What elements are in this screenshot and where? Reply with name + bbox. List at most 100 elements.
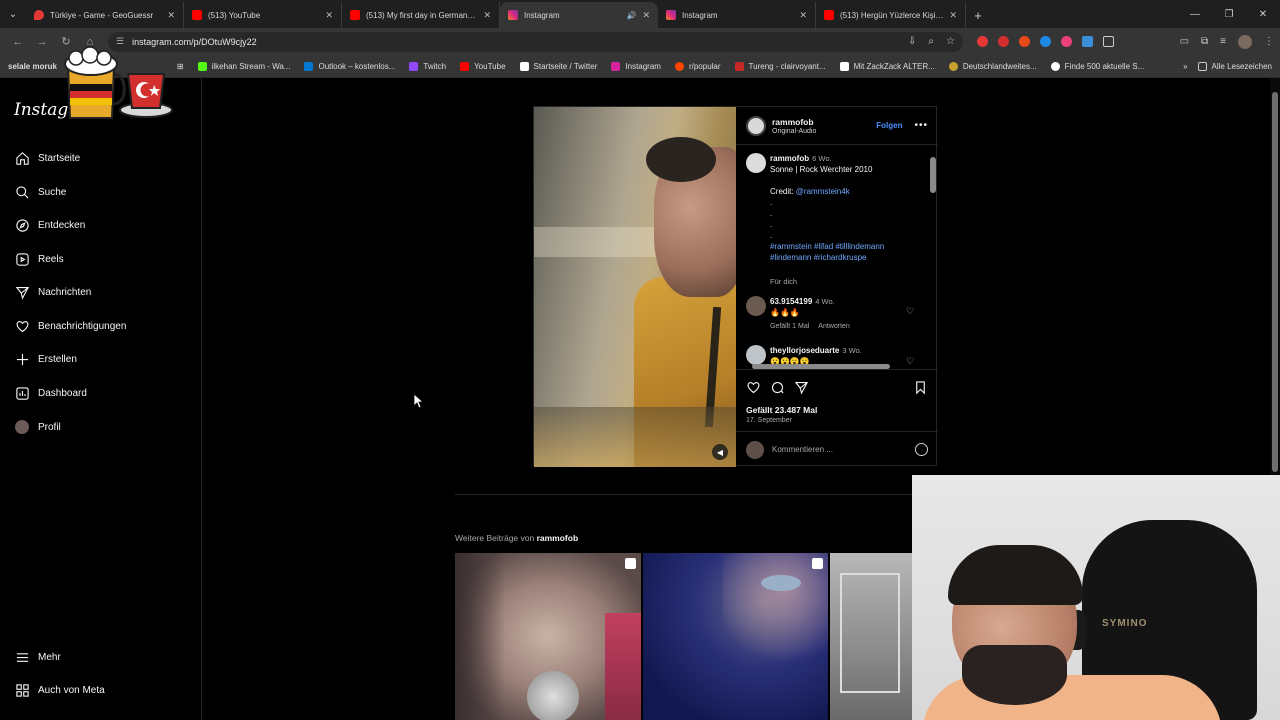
author-avatar[interactable] (746, 153, 766, 173)
like-comment-icon[interactable]: ♡ (906, 306, 914, 317)
close-tab-icon[interactable]: ✕ (642, 10, 650, 21)
bookmark-star-icon[interactable]: ☆ (946, 36, 955, 47)
commenter-avatar[interactable] (746, 345, 766, 365)
hashtags-link[interactable]: #rammstein #lifad #tilllindemann (770, 241, 920, 252)
reply-button[interactable]: Antworten (818, 323, 850, 330)
tab-instagram[interactable]: Instagram ✕ (658, 2, 816, 28)
sidebar-item-suche[interactable]: Suche (14, 182, 66, 202)
sidebar-item-benachrichtigungen[interactable]: Benachrichtigungen (14, 316, 126, 336)
close-tab-icon[interactable]: ✕ (799, 10, 807, 21)
bookmark-twitter[interactable]: Startseite / Twitter (519, 61, 597, 71)
bookmark-kick[interactable]: ilkehan Stream - Wa... (197, 61, 290, 71)
sidebar-item-reels[interactable]: Reels (14, 249, 64, 269)
bookmark-finde[interactable]: Finde 500 aktuelle S... (1050, 61, 1144, 71)
all-bookmarks-button[interactable]: Alle Lesezeichen (1197, 61, 1272, 71)
comment-likes[interactable]: Gefällt 1 Mal (770, 323, 809, 330)
address-bar[interactable]: ☰ instagram.com/p/DOtuW9cjy22 ⇩ ⌕ ☆ (108, 31, 963, 52)
bookmark-zackzack[interactable]: Mit ZackZack ALTER... (839, 61, 935, 71)
install-app-icon[interactable]: ⇩ (908, 36, 916, 47)
close-tab-icon[interactable]: ✕ (325, 10, 333, 21)
extension-icon[interactable] (998, 36, 1009, 47)
hashtags-link[interactable]: #lindemann #richardkruspe (770, 252, 920, 263)
bookmark-reddit[interactable]: r/popular (674, 61, 721, 71)
tab-search-button[interactable]: ⌄ (0, 0, 26, 28)
chrome-menu-icon[interactable]: ⋮ (1264, 36, 1274, 47)
more-posts-username[interactable]: rammofob (537, 533, 579, 543)
media-control-icon[interactable]: ≡ (1220, 36, 1226, 47)
more-post-thumbnail[interactable] (455, 553, 641, 720)
like-heart-icon[interactable] (746, 380, 761, 400)
apps-grid-icon[interactable]: ⊞ (177, 62, 184, 71)
reels-icon (14, 251, 30, 267)
extension-icon[interactable] (1040, 36, 1051, 47)
bookmark-folder[interactable]: selale moruk (8, 62, 57, 71)
extensions-puzzle-icon[interactable] (1103, 36, 1114, 47)
tab-youtube-hergun[interactable]: (513) Hergün Yüzlerce Kişi Bu T ✕ (816, 2, 966, 28)
sidebar-panel-icon[interactable]: ▭ (1180, 36, 1189, 47)
more-options-icon[interactable]: ••• (914, 120, 928, 131)
comment-input[interactable]: Kommentieren ... (772, 445, 915, 454)
browser-profile-avatar[interactable] (1238, 34, 1252, 49)
volume-icon[interactable]: ◀ (712, 444, 728, 460)
bookmark-deutschland[interactable]: Deutschlandweites... (948, 61, 1037, 71)
bookmark-tureng[interactable]: Tureng - clairvoyant... (734, 61, 826, 71)
bookmark-instagram[interactable]: Instagram (611, 61, 661, 71)
extension-icon[interactable] (1082, 36, 1093, 47)
extension-icon[interactable] (1019, 36, 1030, 47)
forward-icon[interactable]: → (30, 36, 54, 48)
likes-count[interactable]: Gefällt 23.487 Mal (746, 405, 928, 415)
mention-link[interactable]: @rammstein4k (796, 187, 850, 196)
extension-icon[interactable] (1061, 36, 1072, 47)
for-you-link[interactable]: Für dich (770, 277, 797, 286)
bookmark-youtube[interactable]: YouTube (460, 61, 506, 71)
share-icon[interactable]: ⧉ (1201, 36, 1208, 47)
sidebar-item-nachrichten[interactable]: Nachrichten (14, 282, 91, 302)
comment-bubble-icon[interactable] (770, 380, 785, 400)
extension-icon[interactable] (977, 36, 988, 47)
tab-instagram-active[interactable]: Instagram 🔊 ✕ (500, 2, 658, 28)
more-post-thumbnail[interactable] (643, 553, 828, 720)
author-avatar[interactable] (746, 115, 766, 136)
tab-title: (513) Hergün Yüzlerce Kişi Bu T (840, 10, 944, 20)
close-tab-icon[interactable]: ✕ (949, 10, 957, 21)
author-username[interactable]: rammofob (772, 117, 876, 127)
tab-geoguessr[interactable]: Türkiye - Game - GeoGuessr ✕ (26, 2, 184, 28)
comments-scrollbar[interactable] (930, 147, 936, 361)
back-icon[interactable]: ← (6, 36, 30, 48)
close-tab-icon[interactable]: ✕ (483, 10, 491, 21)
follow-button[interactable]: Folgen (876, 121, 902, 130)
sidebar-item-profil[interactable]: Profil (14, 417, 61, 437)
sidebar-item-mehr[interactable]: Mehr (14, 647, 61, 667)
zoom-icon[interactable]: ⌕ (928, 36, 934, 47)
minimize-icon[interactable]: — (1178, 9, 1212, 20)
tab-youtube-video[interactable]: (513) My first day in Germany a ✕ (342, 2, 500, 28)
heart-icon (14, 318, 30, 334)
sidebar-item-erstellen[interactable]: Erstellen (14, 349, 77, 369)
sidebar-item-entdecken[interactable]: Entdecken (14, 215, 85, 235)
caption-dot: . (770, 220, 773, 229)
bookmark-outlook[interactable]: Outlook – kostenlos... (304, 61, 395, 71)
emoji-icon[interactable] (915, 443, 928, 456)
more-post-thumbnail[interactable] (830, 553, 912, 720)
sidebar-item-startseite[interactable]: Startseite (14, 148, 80, 168)
close-tab-icon[interactable]: ✕ (167, 10, 175, 21)
comment-username[interactable]: theyllorjoseduarte (770, 346, 839, 355)
new-tab-button[interactable]: + (966, 2, 990, 28)
menu-icon (14, 649, 30, 665)
restore-icon[interactable]: ❐ (1212, 9, 1246, 20)
save-bookmark-icon[interactable] (913, 380, 928, 400)
bookmark-label: Tureng - clairvoyant... (748, 61, 826, 71)
audio-link[interactable]: Original-Audio (772, 128, 876, 135)
share-send-icon[interactable] (794, 380, 809, 400)
comment-username[interactable]: 63.9154199 (770, 297, 812, 306)
speaker-icon[interactable]: 🔊 (626, 11, 636, 20)
sidebar-item-meta[interactable]: Auch von Meta (14, 680, 105, 700)
sidebar-item-dashboard[interactable]: Dashboard (14, 383, 87, 403)
more-bookmarks-icon[interactable]: » (1183, 62, 1187, 71)
bookmark-twitch[interactable]: Twitch (409, 61, 446, 71)
commenter-avatar[interactable] (746, 296, 766, 316)
tab-youtube[interactable]: (513) YouTube ✕ (184, 2, 342, 28)
close-window-icon[interactable]: ✕ (1246, 9, 1280, 20)
post-video[interactable]: ◀ (534, 107, 736, 467)
caption-username[interactable]: rammofob (770, 154, 809, 163)
